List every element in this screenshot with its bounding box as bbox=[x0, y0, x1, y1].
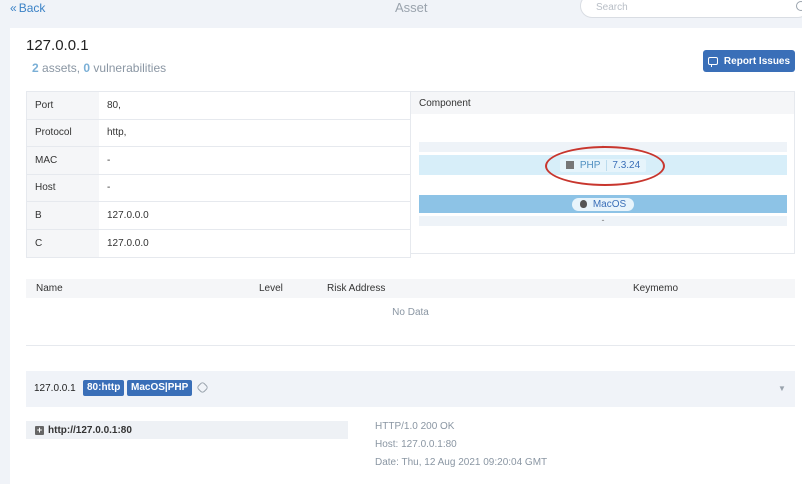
expand-plus-icon[interactable]: + bbox=[35, 425, 44, 435]
response-line: Date: Thu, 12 Aug 2021 09:20:04 GMT bbox=[375, 457, 548, 468]
info-key: Host bbox=[27, 174, 99, 201]
service-url-text[interactable]: http://127.0.0.1:80 bbox=[48, 425, 132, 436]
os-component-tag[interactable]: MacOS bbox=[571, 197, 635, 211]
response-line: Host: 127.0.0.1:80 bbox=[375, 439, 457, 450]
assets-count: 2 bbox=[32, 61, 39, 75]
annotation-circle bbox=[545, 146, 665, 186]
info-value: 127.0.0.0 bbox=[107, 237, 149, 249]
report-issues-label: Report Issues bbox=[723, 55, 791, 67]
search-input[interactable] bbox=[596, 2, 786, 13]
comment-icon bbox=[707, 57, 718, 67]
component-header: Component bbox=[411, 92, 794, 114]
info-key: MAC bbox=[27, 147, 99, 174]
vuln-table-header: Name Level Risk Address Keymemo bbox=[26, 279, 795, 298]
apple-icon bbox=[579, 200, 587, 208]
info-value: - bbox=[107, 154, 111, 166]
asset-info-table: Port 80, Protocol http, MAC - Host - B 1… bbox=[26, 91, 411, 258]
service-tech-tag[interactable]: MacOS|PHP bbox=[127, 380, 193, 396]
asset-card: 127.0.0.1 2 assets, 0 vulnerabilities Re… bbox=[10, 28, 802, 484]
col-keymemo[interactable]: Keymemo bbox=[633, 283, 678, 294]
http-response-headers: HTTP/1.0 200 OK Host: 127.0.0.1:80 Date:… bbox=[375, 418, 547, 472]
vulns-count: 0 bbox=[83, 61, 91, 75]
info-row-port: Port 80, bbox=[27, 92, 410, 120]
double-chevron-left-icon: « bbox=[10, 1, 17, 15]
vulns-label: vulnerabilities bbox=[93, 61, 167, 75]
info-row-host: Host - bbox=[27, 174, 410, 202]
info-value: - bbox=[107, 182, 111, 194]
col-name[interactable]: Name bbox=[36, 283, 63, 294]
info-value: 127.0.0.0 bbox=[107, 209, 149, 221]
os-name: MacOS bbox=[592, 198, 627, 210]
info-row-protocol: Protocol http, bbox=[27, 119, 410, 147]
component-panel: Component - PHP 7.3.24 MacOS - bbox=[411, 91, 795, 254]
report-issues-button[interactable]: Report Issues bbox=[703, 50, 795, 72]
col-level[interactable]: Level bbox=[259, 283, 283, 294]
component-row-os[interactable]: MacOS bbox=[419, 195, 787, 213]
info-row-c: C 127.0.0.0 bbox=[27, 229, 410, 257]
service-url[interactable]: + http://127.0.0.1:80 bbox=[26, 421, 348, 439]
back-button[interactable]: «Back bbox=[10, 1, 45, 15]
info-value: 80, bbox=[107, 99, 121, 111]
info-key: Port bbox=[27, 92, 99, 119]
info-key: B bbox=[27, 202, 99, 229]
info-value: http, bbox=[107, 127, 127, 139]
info-row-mac: MAC - bbox=[27, 147, 410, 175]
divider bbox=[26, 345, 795, 346]
link-icon[interactable] bbox=[196, 381, 209, 394]
asset-counts: 2 assets, 0 vulnerabilities bbox=[32, 61, 166, 75]
page-title: Asset bbox=[395, 0, 428, 15]
search-icon[interactable] bbox=[796, 1, 802, 11]
service-port-tag[interactable]: 80:http bbox=[83, 380, 125, 396]
info-key: C bbox=[27, 229, 99, 257]
vuln-empty-text: No Data bbox=[392, 307, 429, 318]
service-header[interactable]: 127.0.0.1 80:http MacOS|PHP ▼ bbox=[26, 371, 795, 407]
component-placeholder-bottom: - bbox=[419, 216, 787, 226]
back-label: Back bbox=[18, 1, 46, 15]
assets-label: assets, bbox=[42, 61, 81, 75]
top-bar: «Back Asset bbox=[0, 0, 802, 18]
asset-ip-title: 127.0.0.1 bbox=[26, 37, 89, 54]
response-line: HTTP/1.0 200 OK bbox=[375, 421, 455, 432]
chevron-down-icon[interactable]: ▼ bbox=[778, 384, 786, 393]
col-risk-address[interactable]: Risk Address bbox=[327, 283, 385, 294]
search-box[interactable] bbox=[580, 0, 802, 18]
service-ip: 127.0.0.1 bbox=[34, 383, 76, 394]
info-key: Protocol bbox=[27, 119, 99, 146]
info-row-b: B 127.0.0.0 bbox=[27, 202, 410, 230]
